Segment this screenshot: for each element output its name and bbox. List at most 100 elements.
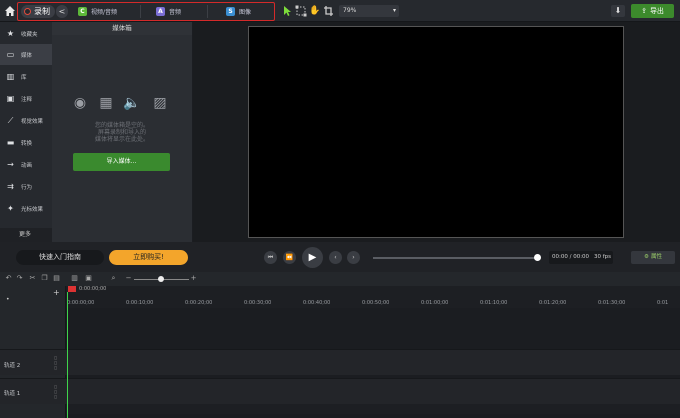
track-1[interactable] xyxy=(0,378,680,404)
ruler-tick-label: 0:01:10;00 xyxy=(480,300,508,306)
sidebar-item-label: 注释 xyxy=(21,96,33,103)
sidebar-item-label: 动画 xyxy=(21,162,33,169)
split-icon[interactable]: ▥ xyxy=(70,273,79,284)
library-icon: ▥ xyxy=(6,72,15,81)
undo-icon[interactable]: ↶ xyxy=(4,273,13,284)
sidebar-item-label: 行为 xyxy=(21,184,33,191)
ruler-tick-label: 0:00:40;00 xyxy=(303,300,331,306)
marker-icon: • xyxy=(6,296,10,303)
annotation-icon: ▣ xyxy=(6,94,15,103)
record-label: 录制 xyxy=(34,7,50,16)
cursor-effects-icon: ✦ xyxy=(7,204,14,213)
play-button[interactable]: ▶ xyxy=(302,247,323,268)
image-icon: S xyxy=(226,7,235,16)
sidebar-item-visual-effects[interactable]: ⟋ 视觉效果 xyxy=(0,110,52,131)
tab-label: 音频 xyxy=(169,9,182,16)
properties-button[interactable]: ⚙ 属性 xyxy=(631,251,675,264)
track-label: 轨道 1 xyxy=(4,391,21,397)
sidebar-item-label: 转换 xyxy=(21,140,33,147)
step-back-icon[interactable]: ⏮ xyxy=(264,251,277,264)
arrow-tool-icon[interactable] xyxy=(282,5,292,17)
sidebar-item-library[interactable]: ▥ 库 xyxy=(0,66,52,87)
record-button[interactable]: 录制 xyxy=(21,5,55,18)
add-track-icon[interactable]: + xyxy=(53,288,60,297)
back-button[interactable]: < xyxy=(56,5,68,18)
redo-icon[interactable]: ↷ xyxy=(15,273,24,284)
behavior-icon: ⇉ xyxy=(7,182,14,191)
sidebar-item-animations[interactable]: → 动画 xyxy=(0,154,52,175)
visual-effects-icon: ⟋ xyxy=(7,116,14,125)
more-button[interactable]: 更多 xyxy=(0,228,52,242)
timeline-scrollbar[interactable] xyxy=(66,404,680,414)
gear-icon: ⚙ xyxy=(644,254,649,260)
ruler-tick-label: 0:00:50;00 xyxy=(362,300,390,306)
camera-icon[interactable]: ▣ xyxy=(84,273,93,284)
animation-icon: → xyxy=(7,160,14,169)
sidebar-item-annotations[interactable]: ▣ 注释 xyxy=(0,88,52,109)
export-button[interactable]: ⇪ 导出 xyxy=(631,4,674,18)
sidebar-item-label: 库 xyxy=(21,74,27,81)
import-media-button[interactable]: 导入媒体... xyxy=(73,153,170,171)
crop-icon[interactable] xyxy=(323,5,334,17)
sidebar-item-behaviors[interactable]: ⇉ 行为 xyxy=(0,176,52,197)
edit-points-icon[interactable] xyxy=(295,5,307,17)
zoom-slider-handle[interactable] xyxy=(158,276,164,282)
video-audio-icon: C xyxy=(78,7,87,16)
sidebar-item-cursor-effects[interactable]: ✦ 光标效果 xyxy=(0,198,52,219)
home-icon[interactable] xyxy=(4,5,16,17)
empty-line: 您的媒体箱是空的。 xyxy=(94,122,149,129)
sidebar-item-favorites[interactable]: ★ 收藏夹 xyxy=(0,23,52,44)
transition-icon: ▬ xyxy=(6,138,15,147)
copy-icon[interactable]: ❐ xyxy=(40,273,49,284)
media-icon: ▭ xyxy=(6,50,15,59)
ruler-tick-label: 0:01:30;00 xyxy=(598,300,626,306)
scrub-bar[interactable] xyxy=(373,257,539,259)
playhead-marker[interactable] xyxy=(68,286,76,292)
tab-label: 图像 xyxy=(239,9,252,16)
zoom-icon[interactable]: ⌕ xyxy=(109,273,118,284)
chevron-down-icon: ▾ xyxy=(392,7,396,14)
preview-canvas[interactable] xyxy=(248,26,624,238)
pan-icon[interactable]: ✋ xyxy=(309,5,320,17)
paste-icon[interactable]: ▤ xyxy=(52,273,61,284)
properties-label: 属性 xyxy=(650,254,662,260)
tab-audio[interactable]: A 音频 xyxy=(156,5,181,18)
empty-line: 屏幕录制和导入的 xyxy=(97,129,146,136)
track-controls[interactable]: ◻ ◻ ◻ xyxy=(54,384,62,399)
ruler-tick-label: 0:01:00;00 xyxy=(421,300,449,306)
sidebar-item-label: 媒体 xyxy=(21,52,33,59)
playhead-time: 0:00:00;00 xyxy=(79,286,107,292)
track-controls[interactable]: ◻ ◻ ◻ xyxy=(54,355,62,370)
cut-icon[interactable]: ✂ xyxy=(28,273,37,284)
ruler-tick-label: 0:01 xyxy=(657,300,669,306)
zoom-out-icon[interactable]: − xyxy=(124,273,133,284)
export-label: 导出 xyxy=(649,7,664,15)
prev-frame-icon[interactable]: ‹ xyxy=(329,251,342,264)
media-bin-title: 媒体箱 xyxy=(52,22,192,35)
tab-image[interactable]: S 图像 xyxy=(226,5,251,18)
divider xyxy=(140,5,141,18)
buy-now-button[interactable]: 立即购买! xyxy=(109,250,188,265)
download-icon[interactable]: ⬇ xyxy=(611,5,625,17)
zoom-in-icon[interactable]: + xyxy=(189,273,198,284)
sidebar-item-transitions[interactable]: ▬ 转换 xyxy=(0,132,52,153)
zoom-value: 79% xyxy=(343,7,357,14)
audio-icon: A xyxy=(156,7,165,16)
ruler-tick-label: 0:00:00;00 xyxy=(67,300,95,306)
zoom-select[interactable]: 79% ▾ xyxy=(339,5,399,17)
tab-video-audio[interactable]: C 视频/音频 xyxy=(78,5,117,18)
scrub-handle[interactable] xyxy=(534,254,541,261)
film-icon: ▦ xyxy=(99,95,113,111)
next-frame-icon[interactable]: › xyxy=(347,251,360,264)
record-icon xyxy=(24,8,31,15)
quick-start-button[interactable]: 快速入门指南 xyxy=(16,250,104,265)
rewind-icon[interactable]: ⏪ xyxy=(283,251,296,264)
track-2[interactable] xyxy=(0,349,680,375)
ruler-tick-label: 0:00:20;00 xyxy=(185,300,213,306)
tab-label: 视频/音频 xyxy=(91,9,118,16)
speaker-icon: 🔈 xyxy=(123,95,141,111)
sidebar-item-media[interactable]: ▭ 媒体 xyxy=(0,44,52,65)
sidebar-item-label: 收藏夹 xyxy=(21,31,38,38)
record-circle-icon: ◉ xyxy=(73,95,87,111)
empty-line: 媒体将显示在此处。 xyxy=(94,136,149,143)
